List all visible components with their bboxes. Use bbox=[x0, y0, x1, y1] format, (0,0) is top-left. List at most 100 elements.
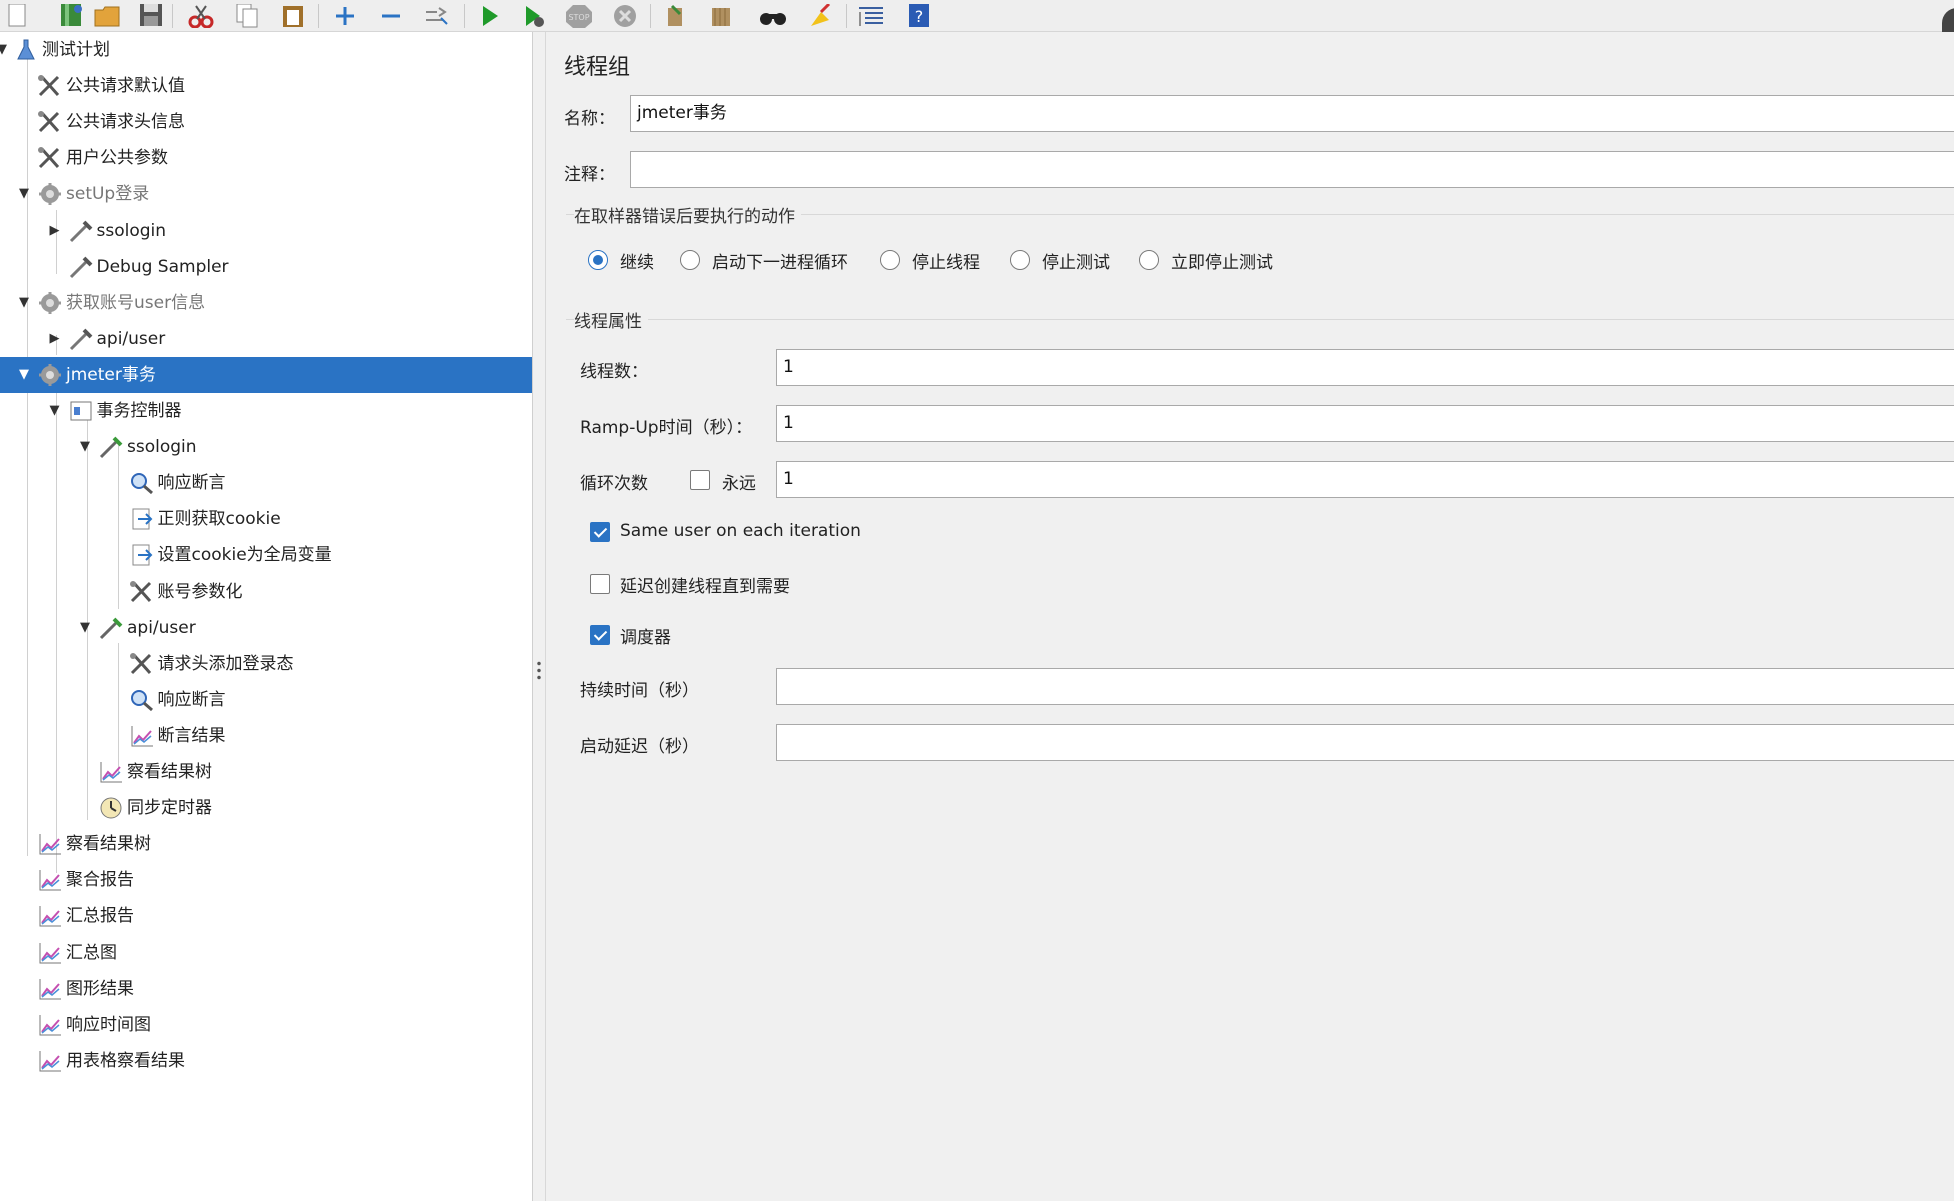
tree-node-sync-timer[interactable]: 同步定时器 bbox=[0, 790, 532, 826]
tree-node-view-results-tree-inner[interactable]: 察看结果树 bbox=[0, 754, 532, 790]
chevron-down-icon[interactable]: ▼ bbox=[47, 393, 63, 429]
duration-field[interactable] bbox=[776, 668, 1954, 705]
stop-icon[interactable]: STOP bbox=[564, 0, 594, 28]
radio-stop-thread[interactable] bbox=[880, 250, 900, 270]
search-icon[interactable] bbox=[758, 0, 788, 28]
divider-grip-icon[interactable] bbox=[537, 660, 541, 680]
tree-node-http-defaults[interactable]: 公共请求默认值 bbox=[0, 68, 532, 104]
forever-label: 永远 bbox=[722, 474, 756, 494]
page-title: 线程组 bbox=[564, 55, 631, 80]
tree-node-tc-api-user[interactable]: ▼ api/user bbox=[0, 610, 532, 646]
thread-group-panel: 线程组 名称： jmeter事务 注释： 在取样器错误后要执行的动作 继续 启动… bbox=[546, 32, 1954, 1201]
tree-node-label: 察看结果树 bbox=[66, 834, 151, 855]
tree-node-test-plan[interactable]: ▼ 测试计划 bbox=[0, 32, 532, 68]
tree-node-account-params[interactable]: 账号参数化 bbox=[0, 574, 532, 610]
tree-node-get-user-info[interactable]: ▼ 获取账号user信息 bbox=[0, 285, 532, 321]
same-user-checkbox[interactable] bbox=[590, 522, 610, 542]
tree-node-label: 测试计划 bbox=[42, 40, 110, 60]
open-icon[interactable] bbox=[92, 0, 122, 28]
tree-node-label: 聚合报告 bbox=[66, 870, 134, 891]
function-helper-icon[interactable] bbox=[856, 0, 886, 28]
cut-icon[interactable] bbox=[186, 0, 216, 28]
tree-node-header-login-state[interactable]: 请求头添加登录态 bbox=[0, 646, 532, 682]
wrench-icon bbox=[37, 146, 63, 170]
shutdown-icon[interactable] bbox=[610, 0, 640, 28]
flask-icon bbox=[13, 38, 39, 62]
tree-node-header-manager[interactable]: 公共请求头信息 bbox=[0, 104, 532, 140]
radio-stop-test-now[interactable] bbox=[1139, 250, 1159, 270]
tree-node-aggregate-graph[interactable]: 汇总图 bbox=[0, 935, 532, 971]
gear-icon bbox=[37, 363, 63, 387]
tree-node-response-time-graph[interactable]: 响应时间图 bbox=[0, 1007, 532, 1043]
tree-node-transaction-controller[interactable]: ▼ 事务控制器 bbox=[0, 393, 532, 429]
graph-icon bbox=[37, 868, 63, 892]
tree-node-aggregate-report[interactable]: 聚合报告 bbox=[0, 862, 532, 898]
tree-node-label: 公共请求头信息 bbox=[66, 112, 185, 133]
clear-icon[interactable] bbox=[660, 0, 690, 28]
tree-node-regex-cookie[interactable]: 正则获取cookie bbox=[0, 501, 532, 537]
chevron-down-icon[interactable]: ▼ bbox=[77, 429, 93, 465]
tree-node-label: 图形结果 bbox=[66, 978, 134, 999]
help-icon[interactable]: ? bbox=[904, 0, 934, 28]
chevron-down-icon[interactable]: ▼ bbox=[16, 357, 32, 393]
tree-node-setup-ssologin[interactable]: ▶ ssologin bbox=[0, 213, 532, 249]
tree-node-setup-login[interactable]: ▼ setUp登录 bbox=[0, 176, 532, 212]
startup-delay-field[interactable] bbox=[776, 724, 1954, 761]
reset-search-icon[interactable] bbox=[806, 0, 836, 28]
tree-node-label: 用表格察看结果 bbox=[66, 1050, 185, 1071]
split-pane-divider[interactable] bbox=[533, 32, 546, 1201]
tree-node-response-assertion-1[interactable]: 响应断言 bbox=[0, 465, 532, 501]
chevron-right-icon[interactable]: ▶ bbox=[47, 213, 63, 249]
startup-delay-label: 启动延迟（秒） bbox=[580, 737, 699, 757]
forever-checkbox[interactable] bbox=[690, 470, 710, 490]
wrench-icon bbox=[129, 580, 155, 604]
graph-icon bbox=[37, 1049, 63, 1073]
save-icon[interactable] bbox=[136, 0, 166, 28]
threads-field[interactable]: 1 bbox=[776, 349, 1954, 386]
scheduler-label: 调度器 bbox=[620, 628, 671, 648]
chevron-down-icon[interactable]: ▼ bbox=[16, 176, 32, 212]
radio-stop-test[interactable] bbox=[1010, 250, 1030, 270]
tree-node-view-results-table[interactable]: 用表格察看结果 bbox=[0, 1043, 532, 1079]
templates-icon[interactable] bbox=[56, 0, 86, 28]
tree-node-response-assertion-2[interactable]: 响应断言 bbox=[0, 682, 532, 718]
tree-node-summary-report[interactable]: 汇总报告 bbox=[0, 898, 532, 934]
chevron-right-icon[interactable]: ▶ bbox=[47, 321, 63, 357]
thread-props-title: 线程属性 bbox=[574, 307, 648, 332]
toggle-icon[interactable] bbox=[422, 0, 452, 28]
tree-node-set-cookie-global[interactable]: 设置cookie为全局变量 bbox=[0, 537, 532, 573]
comment-field[interactable] bbox=[630, 151, 1954, 188]
tree-node-graph-results[interactable]: 图形结果 bbox=[0, 971, 532, 1007]
start-no-pause-icon[interactable] bbox=[518, 0, 548, 28]
chevron-down-icon[interactable]: ▼ bbox=[77, 610, 93, 646]
rampup-field[interactable]: 1 bbox=[776, 405, 1954, 442]
chevron-down-icon[interactable]: ▼ bbox=[0, 32, 10, 68]
tree-node-jmeter-transaction[interactable]: ▼ jmeter事务 bbox=[0, 356, 532, 393]
tree-node-label: 事务控制器 bbox=[96, 401, 182, 421]
radio-continue[interactable] bbox=[588, 250, 608, 270]
chevron-down-icon[interactable]: ▼ bbox=[16, 285, 32, 321]
paste-icon[interactable] bbox=[278, 0, 308, 28]
svg-text:?: ? bbox=[915, 7, 924, 26]
clear-all-icon[interactable] bbox=[706, 0, 736, 28]
tree-node-getinfo-api-user[interactable]: ▶ api/user bbox=[0, 321, 532, 357]
expand-icon[interactable] bbox=[330, 0, 360, 28]
copy-icon[interactable] bbox=[232, 0, 262, 28]
tree-node-view-results-tree[interactable]: 察看结果树 bbox=[0, 826, 532, 862]
tree-node-assertion-results[interactable]: 断言结果 bbox=[0, 718, 532, 754]
radio-start-next-loop[interactable] bbox=[680, 250, 700, 270]
delay-thread-creation-checkbox[interactable] bbox=[590, 574, 610, 594]
tree-node-user-params[interactable]: 用户公共参数 bbox=[0, 140, 532, 176]
delay-thread-creation-label: 延迟创建线程直到需要 bbox=[620, 577, 790, 597]
collapse-icon[interactable] bbox=[376, 0, 406, 28]
scheduler-checkbox[interactable] bbox=[590, 625, 610, 645]
new-icon[interactable] bbox=[2, 0, 32, 28]
graph-icon bbox=[37, 1013, 63, 1037]
start-icon[interactable] bbox=[474, 0, 504, 28]
name-field[interactable]: jmeter事务 bbox=[630, 95, 1954, 132]
tree-node-tc-ssologin[interactable]: ▼ ssologin bbox=[0, 429, 532, 465]
tree-node-debug-sampler[interactable]: Debug Sampler bbox=[0, 249, 532, 285]
loop-count-label: 循环次数 bbox=[580, 474, 648, 494]
tree-node-label: 响应断言 bbox=[157, 689, 226, 710]
loop-count-field[interactable]: 1 bbox=[776, 461, 1954, 498]
